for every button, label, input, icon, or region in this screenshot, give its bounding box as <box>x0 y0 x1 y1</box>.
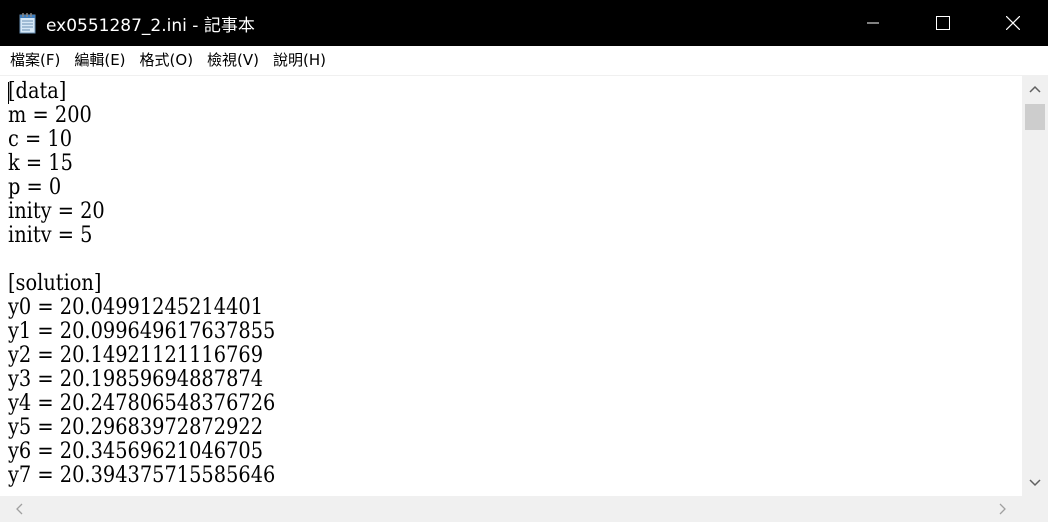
text-line: p = 0 <box>8 175 62 200</box>
window-title: ex0551287_2.ini - 記事本 <box>46 16 255 36</box>
text-line: y2 = 20.14921121116769 <box>8 343 264 368</box>
chevron-right-icon <box>999 503 1006 515</box>
menu-help[interactable]: 說明(H) <box>266 46 333 75</box>
chevron-left-icon <box>16 503 23 515</box>
vertical-scrollbar[interactable] <box>1022 76 1048 496</box>
maximize-button[interactable] <box>908 0 978 46</box>
text-line: y6 = 20.34569621046705 <box>8 439 264 464</box>
minimize-icon <box>867 22 879 24</box>
text-line: m = 200 <box>8 103 92 128</box>
horizontal-scrollbar[interactable] <box>0 496 1022 522</box>
text-line: y1 = 20.099649617637855 <box>8 319 276 344</box>
text-line: y4 = 20.247806548376726 <box>8 391 276 416</box>
menu-view[interactable]: 檢視(V) <box>200 46 266 75</box>
window-bottom-edge <box>0 522 1048 530</box>
text-line: inity = 20 <box>8 199 105 224</box>
text-line: [data] <box>8 80 67 104</box>
scroll-down-button[interactable] <box>1022 470 1048 496</box>
text-line: [solution] <box>8 271 102 296</box>
minimize-button[interactable] <box>838 0 908 46</box>
maximize-icon <box>936 16 950 30</box>
text-editor[interactable]: [data] m = 200 c = 10 k = 15 p = 0 inity… <box>0 76 1048 530</box>
text-line: y0 = 20.04991245214401 <box>8 295 264 320</box>
menu-file[interactable]: 檔案(F) <box>0 46 67 75</box>
text-line: initv = 5 <box>8 223 93 248</box>
text-line: y5 = 20.29683972872922 <box>8 415 264 440</box>
scrollbar-corner <box>1022 496 1048 522</box>
close-button[interactable] <box>978 0 1048 46</box>
menu-bar: 檔案(F) 編輯(E) 格式(O) 檢視(V) 說明(H) <box>0 46 1048 76</box>
vertical-scroll-thumb[interactable] <box>1025 104 1045 130</box>
text-line <box>8 248 897 272</box>
title-bar[interactable]: ex0551287_2.ini - 記事本 <box>0 0 1048 46</box>
chevron-up-icon <box>1029 85 1041 93</box>
text-line: y7 = 20.394375715585646 <box>8 463 276 488</box>
chevron-down-icon <box>1029 479 1041 487</box>
editor-text-area[interactable]: [data] m = 200 c = 10 k = 15 p = 0 inity… <box>8 80 1018 496</box>
menu-edit[interactable]: 編輯(E) <box>67 46 132 75</box>
scroll-left-button[interactable] <box>6 496 32 522</box>
menu-format[interactable]: 格式(O) <box>133 46 201 75</box>
notepad-icon <box>18 12 38 34</box>
text-caret <box>8 82 9 104</box>
notepad-window: ex0551287_2.ini - 記事本 檔案(F) 編輯(E) 格式(O) … <box>0 0 1048 530</box>
text-line: y3 = 20.19859694887874 <box>8 367 264 392</box>
text-line: c = 10 <box>8 127 73 152</box>
text-line: k = 15 <box>8 151 73 176</box>
scroll-right-button[interactable] <box>990 496 1016 522</box>
close-icon <box>1006 16 1020 30</box>
scroll-up-button[interactable] <box>1022 76 1048 102</box>
